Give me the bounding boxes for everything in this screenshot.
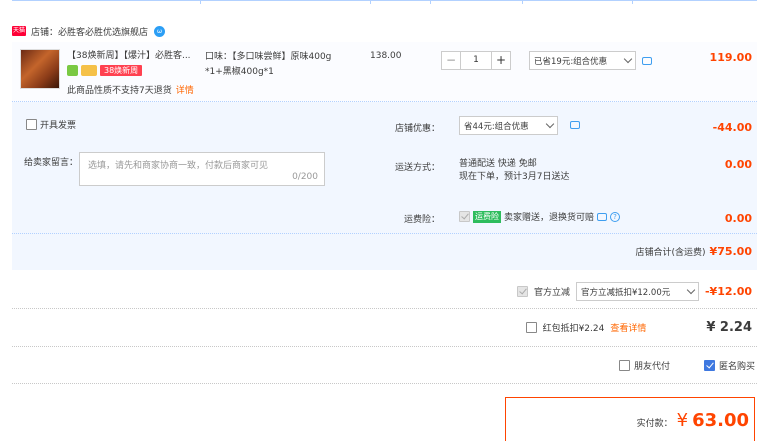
invoice-label: 开具发票 (40, 121, 77, 131)
pay-label: 实付款： (636, 419, 673, 429)
decrease-quantity-button[interactable]: − (441, 51, 461, 70)
item-discount-select[interactable]: 已省19元:组合优惠 (529, 51, 636, 70)
invoice-option[interactable]: 开具发票 (26, 118, 76, 131)
no-return-notice: 此商品性质不支持7天退货 详情 (67, 86, 194, 96)
product-title-link[interactable]: 【38焕新周】【爆汁】必胜客... (67, 50, 199, 63)
service-icon (67, 65, 78, 76)
help-icon[interactable]: ? (610, 211, 621, 222)
redpacket-row: 红包抵扣¥2.24 查看详情 ¥ 2.24 (525, 320, 752, 335)
tmall-badge: 天猫 (12, 26, 26, 36)
unit-price: 138.00 (370, 51, 402, 61)
card-icon (81, 65, 97, 76)
promo-tag: 38焕新周 (100, 65, 143, 76)
shop-total-value: ¥75.00 (709, 245, 752, 258)
invoice-checkbox[interactable] (26, 119, 37, 130)
pay-value: 63.00 (692, 410, 749, 431)
insurance-text: 卖家赠送，退换货可赔 (504, 213, 595, 223)
insurance-badge: 运费险 (473, 210, 501, 223)
seller-message-textarea[interactable]: 选填，请先和商家协商一致，付款后商家可见 0/200 (79, 152, 325, 186)
payment-options-row: 朋友代付 匿名购买 (618, 359, 755, 372)
detail-link[interactable]: 详情 (176, 86, 194, 96)
message-icon[interactable] (642, 57, 652, 65)
shipping-method: 普通配送 快递 免邮 现在下单，预计3月7日送达 (459, 159, 570, 182)
official-discount-checkbox (516, 286, 528, 297)
shop-total: 店铺合计(含运费) ¥75.00 (636, 245, 752, 258)
shop-discount-value: -44.00 (712, 121, 752, 134)
redpacket-label: 红包抵扣¥2.24 (542, 324, 605, 334)
shop-name-link[interactable]: 必胜客必胜优选旗舰店 (58, 25, 148, 38)
message-icon[interactable] (597, 212, 608, 221)
message-label: 给卖家留言： (24, 158, 79, 168)
shipping-label: 运送方式： (394, 163, 440, 173)
chat-icon[interactable]: ω (154, 25, 166, 37)
shop-header: 天猫 店铺： 必胜客必胜优选旗舰店 ω (12, 22, 166, 40)
shop-discount-label: 店铺优惠： (394, 124, 440, 134)
chevron-down-icon (623, 54, 633, 64)
friend-pay-label: 朋友代付 (633, 362, 670, 372)
anonymous-checkbox[interactable] (703, 360, 715, 371)
header-divider (12, 0, 757, 4)
official-discount-row: 官方立减 官方立减抵扣¥12.00元 -¥12.00 (516, 282, 752, 301)
quantity-stepper: − 1 + (441, 51, 511, 70)
insurance-value: 0.00 (724, 212, 752, 225)
insurance-option: 运费险 卖家赠送，退换货可赔 ? (459, 210, 621, 223)
redpacket-value: ¥ 2.24 (706, 320, 752, 335)
message-icon[interactable] (570, 121, 580, 129)
official-discount-value: -¥12.00 (704, 285, 752, 298)
item-total: 119.00 (709, 51, 752, 64)
shop-label: 店铺： (31, 27, 59, 38)
increase-quantity-button[interactable]: + (491, 51, 511, 70)
quantity-input[interactable]: 1 (461, 51, 491, 70)
divider (12, 308, 757, 309)
chevron-down-icon (686, 285, 696, 295)
redpacket-detail-link[interactable]: 查看详情 (610, 321, 646, 334)
product-sku: 口味：【多口味尝鲜】原味400g *1+黑椒400g*1 (205, 52, 332, 77)
shipping-value: 0.00 (724, 158, 752, 171)
chevron-down-icon (545, 119, 555, 129)
message-placeholder: 选填，请先和商家协商一致，付款后商家可见 (88, 161, 269, 171)
divider (12, 346, 757, 347)
friend-pay-checkbox[interactable] (618, 360, 630, 371)
anonymous-label: 匿名购买 (718, 362, 755, 372)
insurance-label: 运费险： (403, 215, 440, 225)
shop-total-label: 店铺合计(含运费) (635, 248, 706, 258)
insurance-checkbox (459, 211, 470, 222)
message-char-count: 0/200 (292, 172, 318, 182)
divider (12, 383, 757, 384)
official-discount-select[interactable]: 官方立减抵扣¥12.00元 (575, 282, 699, 301)
shop-discount-select[interactable]: 省44元:组合优惠 (459, 116, 558, 135)
product-thumbnail[interactable] (20, 49, 60, 89)
payment-total: 实付款： ¥ 63.00 (637, 410, 749, 431)
redpacket-checkbox[interactable] (525, 322, 537, 333)
official-discount-label: 官方立减 (533, 288, 570, 298)
pay-currency: ¥ (676, 410, 689, 431)
product-service-icons: 38焕新周 (67, 65, 143, 76)
